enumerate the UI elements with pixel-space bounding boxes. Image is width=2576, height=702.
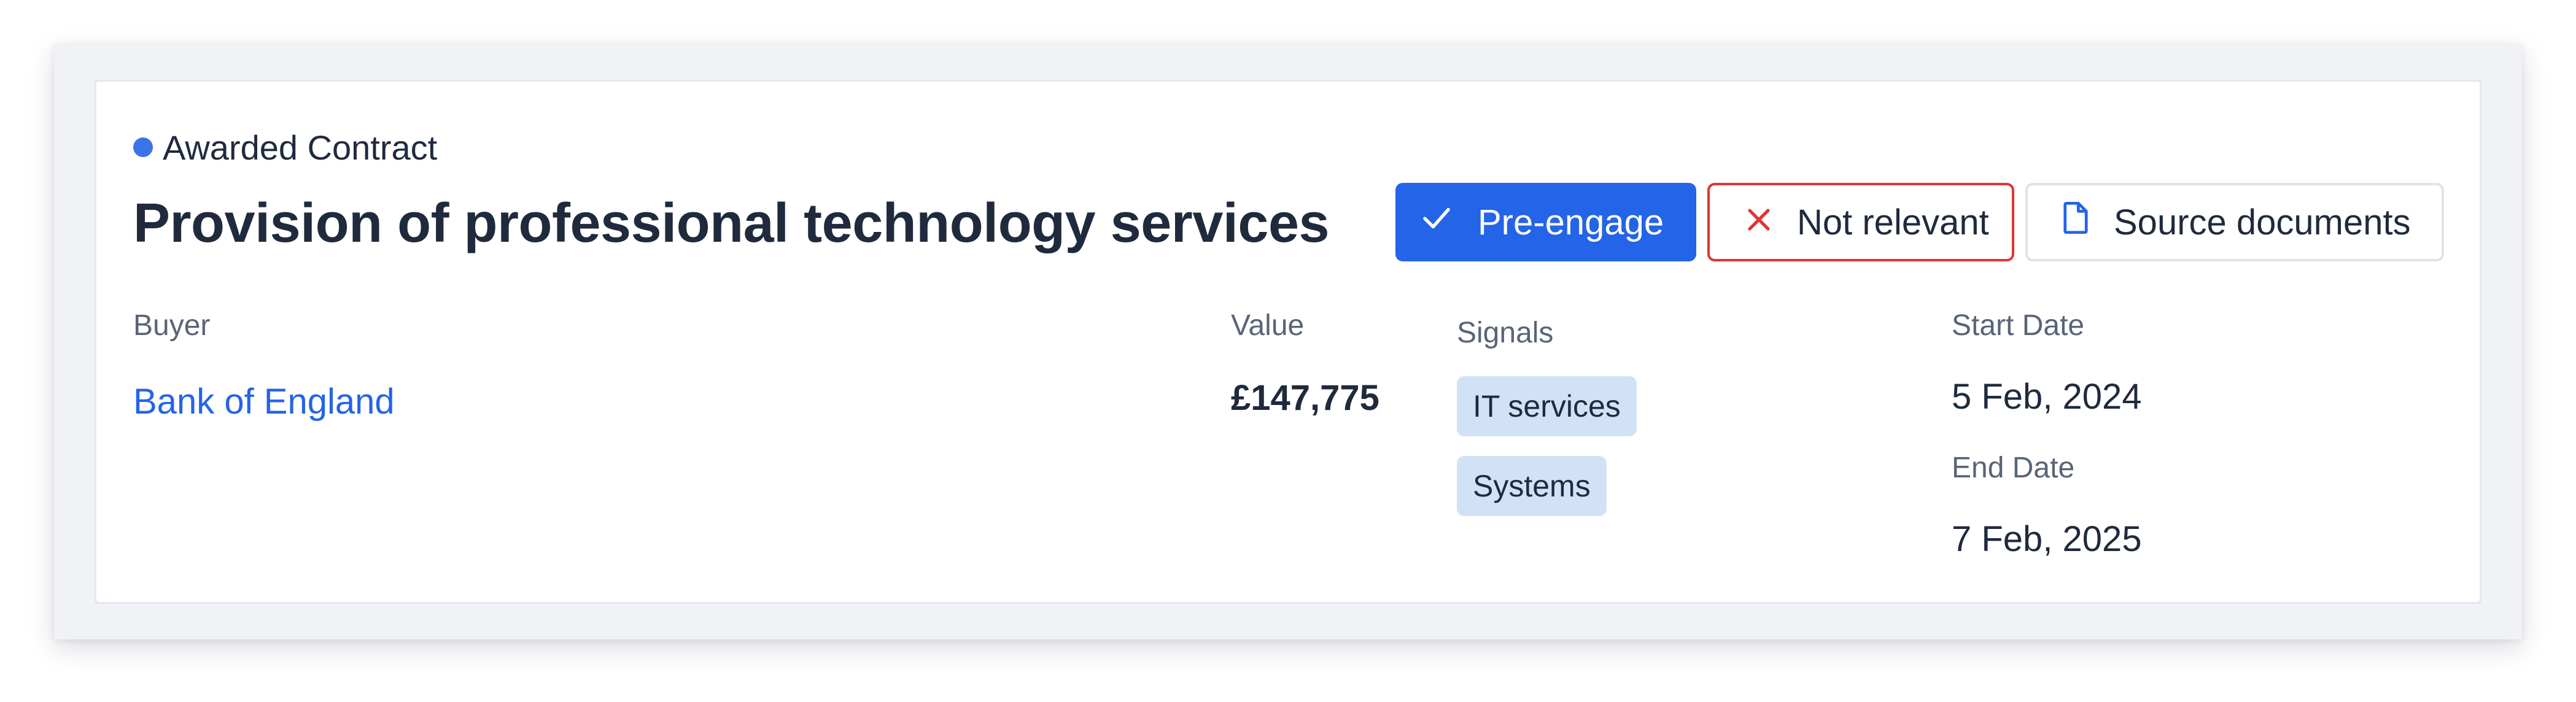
signals-label: Signals [1457,317,1554,349]
end-date-value: 7 Feb, 2025 [1952,519,2142,559]
contract-card: Awarded Contract Provision of profession… [95,80,2481,604]
not-relevant-label: Not relevant [1797,202,1989,242]
document-icon [2060,201,2092,244]
source-documents-label: Source documents [2114,202,2411,242]
contract-title: Provision of professional technology ser… [133,193,1330,254]
pre-engage-button[interactable]: Pre-engage [1395,183,1696,261]
page-frame: Awarded Contract Provision of profession… [54,44,2522,639]
check-icon [1420,201,1453,243]
status-label: Awarded Contract [163,128,438,167]
signal-tag: IT services [1457,376,1637,436]
buyer-label: Buyer [133,309,211,342]
status-dot-icon [133,137,153,157]
action-buttons: Pre-engage Not relevant Source documents [1395,183,2444,261]
signal-tag: Systems [1457,456,1607,516]
buyer-link[interactable]: Bank of England [133,381,395,422]
start-date-value: 5 Feb, 2024 [1952,377,2142,417]
value-label: Value [1231,309,1305,342]
not-relevant-button[interactable]: Not relevant [1707,183,2014,261]
end-date-label: End Date [1952,452,2075,484]
source-documents-button[interactable]: Source documents [2025,183,2444,261]
signals-list: IT services Systems [1457,376,1637,516]
status-indicator: Awarded Contract [133,126,437,169]
close-icon [1744,202,1774,243]
start-date-label: Start Date [1952,309,2085,342]
contract-value: £147,775 [1231,378,1379,418]
pre-engage-label: Pre-engage [1478,202,1664,242]
